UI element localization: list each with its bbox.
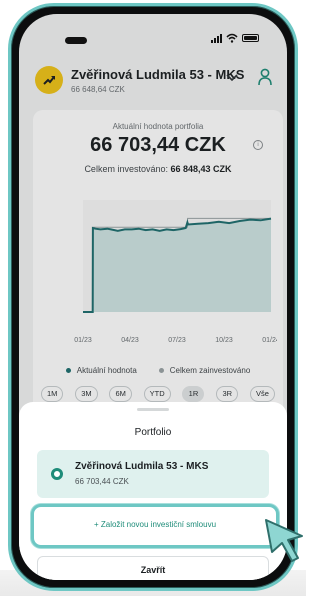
contract-name: Zvěřinová Ludmila 53 - MKS	[75, 461, 209, 472]
contract-option[interactable]: Zvěřinová Ludmila 53 - MKS 66 703,44 CZK	[37, 450, 269, 498]
pointer-cursor-icon	[265, 519, 303, 562]
stage: Zvěřinová Ludmila 53 - MKS 66 648,64 CZK…	[0, 0, 306, 596]
portfolio-sheet: Portfolio Zvěřinová Ludmila 53 - MKS 66 …	[19, 402, 287, 580]
phone-frame: Zvěřinová Ludmila 53 - MKS 66 648,64 CZK…	[8, 3, 298, 591]
add-contract-label: + Založit novou investiční smlouvu	[93, 520, 217, 529]
radio-selected-icon[interactable]	[51, 468, 63, 480]
add-contract-button[interactable]: + Založit novou investiční smlouvu	[31, 504, 279, 548]
close-button-label: Zavřít	[140, 565, 166, 575]
close-button[interactable]: Zavřít	[37, 556, 269, 580]
contract-value: 66 703,44 CZK	[75, 477, 129, 486]
sheet-handle[interactable]	[137, 408, 169, 411]
sheet-title: Portfolio	[134, 427, 172, 438]
app-screen: Zvěřinová Ludmila 53 - MKS 66 648,64 CZK…	[19, 14, 287, 580]
